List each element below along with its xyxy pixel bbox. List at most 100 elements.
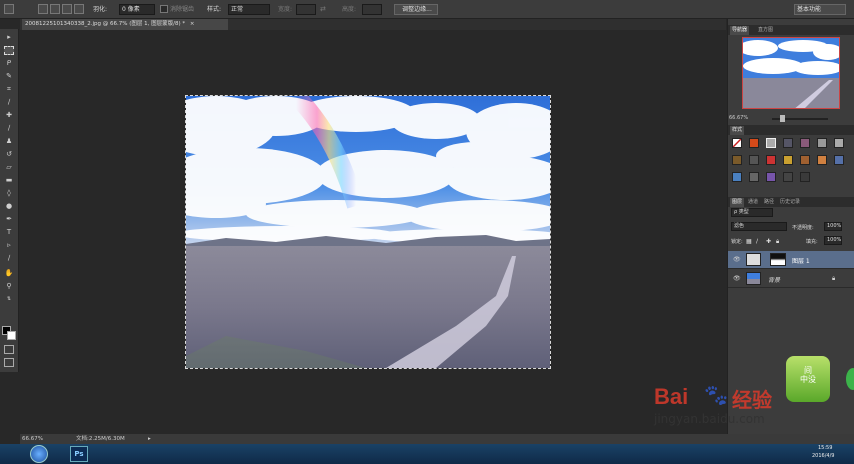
style-swatch[interactable] (749, 138, 759, 148)
tab-history[interactable]: 历史记录 (778, 198, 802, 207)
hand-tool-icon[interactable]: ✋ (4, 269, 14, 278)
eraser-tool-icon[interactable]: ▱ (4, 163, 14, 172)
start-button[interactable] (30, 445, 48, 463)
crop-tool-icon[interactable]: ⌗ (4, 85, 14, 94)
move-tool-icon[interactable]: ▸ (4, 33, 14, 42)
style-swatch[interactable] (732, 172, 742, 182)
landscape-photo (186, 96, 550, 368)
layer-mask-thumbnail[interactable] (770, 253, 786, 266)
antialias-checkbox[interactable] (160, 5, 168, 13)
status-menu-icon[interactable]: ▸ (148, 434, 151, 444)
shape-tool-icon[interactable]: ∕ (4, 254, 14, 263)
style-swatch[interactable] (783, 172, 793, 182)
swap-colors-icon[interactable]: ⇅ (4, 295, 14, 304)
navigator-thumbnail[interactable] (742, 37, 840, 109)
tab-paths[interactable]: 路径 (762, 198, 776, 207)
history-brush-tool-icon[interactable]: ↺ (4, 150, 14, 159)
style-swatch[interactable] (732, 155, 742, 165)
add-selection-icon[interactable] (50, 4, 60, 14)
eye-icon[interactable]: 👁︎ (733, 275, 741, 282)
pen-tool-icon[interactable]: ✒ (4, 215, 14, 224)
style-swatch[interactable] (800, 155, 810, 165)
document-image[interactable] (185, 95, 551, 369)
gradient-tool-icon[interactable]: ▬ (4, 176, 14, 185)
clock-time[interactable]: 15:59 (818, 445, 832, 451)
healing-brush-tool-icon[interactable]: ✚ (4, 111, 14, 120)
height-input[interactable] (362, 4, 382, 15)
status-zoom[interactable]: 66.67% (22, 434, 43, 444)
width-input[interactable] (296, 4, 316, 15)
style-swatch[interactable] (749, 155, 759, 165)
new-selection-icon[interactable] (38, 4, 48, 14)
status-doc-info[interactable]: 文档:2.25M/6.30M (76, 434, 125, 444)
antialias-label: 消除锯齿 (170, 6, 195, 13)
close-icon[interactable]: × (190, 21, 195, 27)
blur-tool-icon[interactable]: ◊ (4, 189, 14, 198)
navigator-zoom[interactable]: 66.67% (729, 115, 748, 121)
style-swatch[interactable] (834, 155, 844, 165)
zoom-tool-icon[interactable]: ⚲ (4, 282, 14, 291)
style-swatch[interactable] (766, 155, 776, 165)
layer-filter-select[interactable]: ρ 类型 (731, 208, 773, 217)
subtract-selection-icon[interactable] (62, 4, 72, 14)
navigator-zoom-thumb[interactable] (780, 115, 785, 122)
eye-icon[interactable]: 👁︎ (733, 256, 741, 263)
opacity-input[interactable]: 100% (824, 222, 842, 231)
layer-name[interactable]: 图层 1 (792, 256, 810, 265)
style-swatch[interactable] (749, 172, 759, 182)
type-tool-icon[interactable]: T (4, 228, 14, 237)
windows-taskbar: Ps 15:59 2016/4/9 (0, 444, 854, 464)
lock-position-icon[interactable]: ✚ (766, 236, 771, 247)
style-swatch[interactable] (800, 138, 810, 148)
style-swatch[interactable] (766, 138, 776, 148)
background-color-swatch[interactable] (7, 331, 16, 340)
fill-input[interactable]: 100% (824, 236, 842, 245)
style-swatch[interactable] (834, 138, 844, 148)
style-swatch[interactable] (732, 138, 742, 148)
swap-dimensions-icon[interactable]: ⇄ (320, 4, 326, 15)
layer-row[interactable]: 👁︎ 图层 1 (728, 251, 854, 269)
tab-channels[interactable]: 通道 (746, 198, 760, 207)
tab-styles[interactable]: 样式 (730, 126, 745, 135)
style-swatch[interactable] (800, 172, 810, 182)
clone-stamp-tool-icon[interactable]: ♟ (4, 137, 14, 146)
marquee-tool-preset-icon[interactable] (4, 4, 14, 14)
blend-mode-select[interactable]: 滤色 (731, 222, 787, 231)
style-swatch[interactable] (817, 155, 827, 165)
tab-layers[interactable]: 图层 (730, 198, 745, 207)
paw-icon: 🐾︎ (702, 384, 730, 409)
style-swatch[interactable] (783, 155, 793, 165)
intersect-selection-icon[interactable] (74, 4, 84, 14)
path-select-tool-icon[interactable]: ▹ (4, 241, 14, 250)
workspace-select[interactable]: 基本功能 (794, 4, 846, 15)
layer-thumbnail (746, 253, 761, 266)
screen-mode-icon[interactable] (4, 358, 14, 367)
document-tab[interactable]: 20081225101340338_2.jpg @ 66.7% (图层 1, 图… (22, 19, 228, 30)
clock-date[interactable]: 2016/4/9 (812, 453, 834, 459)
dodge-tool-icon[interactable]: ● (4, 202, 14, 211)
layer-name[interactable]: 背景 (768, 275, 780, 284)
quick-select-tool-icon[interactable]: ✎ (4, 72, 14, 81)
tab-histogram[interactable]: 直方图 (756, 26, 775, 35)
style-swatch[interactable] (817, 138, 827, 148)
layer-thumbnail (746, 272, 761, 285)
brush-tool-icon[interactable]: ∕ (4, 124, 14, 133)
watermark-side-icon (846, 368, 854, 390)
style-select[interactable]: 正常 (228, 4, 270, 15)
lock-pixels-icon[interactable]: ∕ (756, 236, 758, 247)
layer-row[interactable]: 👁︎ 背景 🔒︎ (728, 270, 854, 288)
style-swatch[interactable] (783, 138, 793, 148)
lasso-tool-icon[interactable]: ᑭ (4, 59, 14, 68)
tab-navigator[interactable]: 导航器 (730, 26, 750, 35)
feather-input[interactable]: 0 像素 (119, 4, 155, 15)
photoshop-taskbar-icon[interactable]: Ps (70, 446, 88, 462)
lock-all-icon[interactable]: 🔒︎ (776, 236, 779, 247)
style-label: 样式: (207, 6, 222, 13)
lock-transparent-icon[interactable]: ▦ (746, 236, 752, 247)
eyedropper-tool-icon[interactable]: ∕ (4, 98, 14, 107)
opacity-label: 不透明度: (792, 225, 814, 231)
quick-mask-icon[interactable] (4, 345, 14, 354)
refine-edge-button[interactable]: 调整边缘... (394, 4, 438, 15)
style-swatch[interactable] (766, 172, 776, 182)
rect-marquee-tool-icon[interactable] (4, 46, 14, 55)
